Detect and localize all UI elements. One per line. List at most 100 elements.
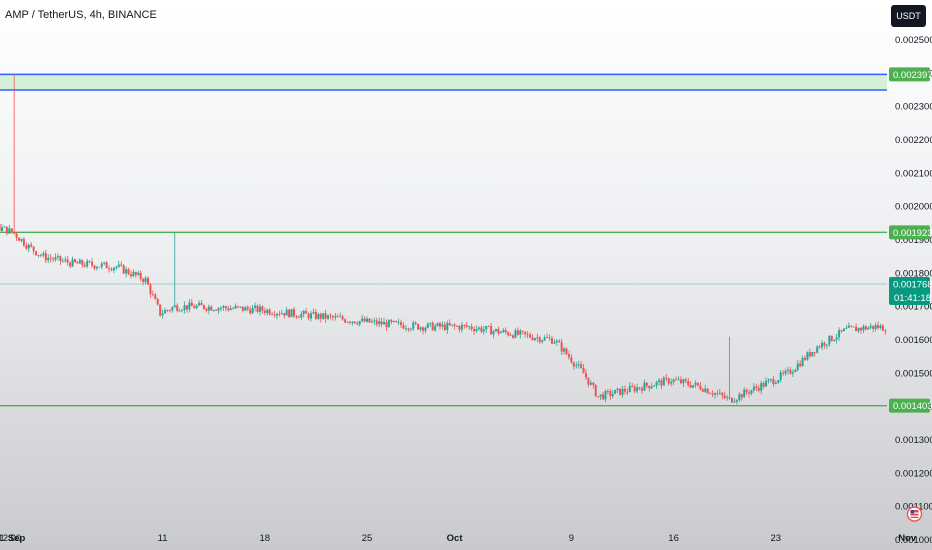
candle-body <box>392 320 395 322</box>
candle-body <box>509 335 512 336</box>
candle-body <box>699 385 702 390</box>
candle-body <box>52 258 55 260</box>
candle-body <box>838 330 841 338</box>
last-price-text: 0.001768 <box>893 280 932 291</box>
candle-body <box>623 388 626 392</box>
candle-body <box>648 385 651 389</box>
candle-body <box>818 346 821 348</box>
candle-body <box>816 346 819 353</box>
candle-body <box>621 388 624 395</box>
x-tick-label: 25 <box>362 533 373 544</box>
y-tick-label: 0.002000 <box>895 202 932 213</box>
candle-body <box>395 320 398 323</box>
candle-body <box>602 394 605 400</box>
resistance-zone[interactable] <box>0 74 887 90</box>
candle-body <box>300 313 303 318</box>
candle-body <box>470 326 473 330</box>
candle-body <box>108 268 111 270</box>
candle-body <box>256 305 259 312</box>
candle-body <box>20 238 23 241</box>
candle-body <box>363 318 366 322</box>
candle-body <box>640 388 643 391</box>
candle-body <box>643 382 646 391</box>
candle-body <box>748 392 751 394</box>
candle-body <box>402 325 405 329</box>
candle-body <box>553 342 556 344</box>
candle-body <box>507 332 510 336</box>
candle-body <box>524 331 527 335</box>
candle-body <box>37 254 40 256</box>
candle-body <box>823 342 826 346</box>
candle-body <box>110 269 113 271</box>
candle-body <box>210 306 213 311</box>
currency-button[interactable]: USDT <box>891 5 926 27</box>
level-price-tag-text: 0.001403 <box>893 401 932 412</box>
candle-body <box>614 389 617 394</box>
candle-body <box>755 386 758 388</box>
candle-body <box>796 363 799 370</box>
candle-body <box>670 381 673 384</box>
candle-body <box>677 379 680 381</box>
candle-body <box>884 330 887 332</box>
candle-body <box>689 385 692 388</box>
candle-body <box>692 385 695 388</box>
candle-body <box>840 330 843 332</box>
candle-body <box>91 261 94 266</box>
candle-body <box>178 310 181 312</box>
candle-body <box>185 305 188 310</box>
candle-body <box>762 383 765 387</box>
candle-body <box>224 306 227 309</box>
candle-body <box>658 380 660 382</box>
candle-body <box>687 381 690 386</box>
candle-body <box>426 323 429 328</box>
candle-body <box>541 340 544 342</box>
candle-body <box>207 306 210 311</box>
price-chart[interactable]: 0.0010000.0011000.0012000.0013000.001400… <box>0 0 932 550</box>
candle-body <box>385 321 388 328</box>
candle-body <box>117 264 120 267</box>
candle-body <box>456 326 459 327</box>
candle-body <box>434 326 437 331</box>
candle-body <box>156 299 159 305</box>
candle-body <box>404 328 407 330</box>
candle-body <box>293 309 295 316</box>
candle-body <box>548 337 551 339</box>
candle-body <box>490 326 493 335</box>
candle-body <box>436 323 439 327</box>
candle-body <box>881 325 884 331</box>
candle-body <box>32 246 35 252</box>
candle-body <box>324 313 327 319</box>
candle-body <box>44 253 47 261</box>
candle-body <box>251 307 254 314</box>
candle-body <box>312 311 315 314</box>
candle-body <box>368 318 371 323</box>
candle-body <box>711 393 714 395</box>
candle-body <box>78 260 81 264</box>
candle-body <box>3 226 6 228</box>
candle-body <box>723 395 726 399</box>
candle-body <box>791 372 794 374</box>
candle-body <box>307 313 310 319</box>
candle-body <box>519 330 522 335</box>
candle-body <box>190 302 193 307</box>
candle-body <box>390 320 393 322</box>
candle-body <box>769 379 772 380</box>
candle-body <box>842 328 845 332</box>
candle-body <box>799 363 802 367</box>
us-flag-event-icon[interactable] <box>906 506 923 522</box>
candle-body <box>334 316 337 318</box>
candle-body <box>49 257 52 259</box>
candle-body <box>149 284 152 295</box>
candle-body <box>144 277 147 283</box>
candle-body <box>550 338 553 344</box>
candle-body <box>738 394 741 400</box>
candle-body <box>64 259 67 261</box>
candle-body <box>193 306 196 309</box>
candle-body <box>142 279 145 283</box>
candle-body <box>13 232 16 234</box>
candle-body <box>25 245 28 249</box>
candle-body <box>302 310 305 314</box>
candle-body <box>54 257 57 260</box>
candle-body <box>806 352 809 360</box>
candle-body <box>633 386 636 392</box>
